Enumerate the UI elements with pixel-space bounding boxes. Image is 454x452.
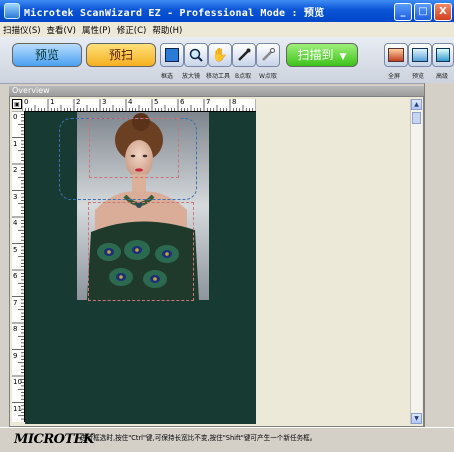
preview-icon [412,48,428,62]
white-eyedropper-tool[interactable] [256,43,280,67]
window-controls: _ □ X [394,3,452,21]
marquee-tool[interactable] [160,43,184,67]
horizontal-ruler: 0 1 2 3 4 5 6 7 8 [22,99,256,112]
scan-bed[interactable] [25,112,256,424]
ruler-label-v: 11 [13,404,22,413]
selection-frame-face[interactable] [89,118,179,178]
tool-label-fullscreen: 全屏 [388,73,401,80]
ruler-label-v: 9 [13,351,18,360]
menu-help[interactable]: 帮助(H) [152,24,182,36]
ruler-label-h: 7 [206,99,211,106]
app-icon [4,3,20,19]
tool-label-magnifier: 放大镜 [182,73,201,80]
ruler-label-v: 8 [13,325,18,333]
overview-canvas: ▣ 0 1 2 3 4 5 6 7 8 0 1 2 3 4 5 6 7 8 9 10 11 ▲ … [9,96,424,427]
menu-scanner[interactable]: 扫描仪(S) [3,24,41,36]
status-hint-text: 进行框选时,按住"Ctrl"键,可保持长宽比不变,按住"Shift"键可产生一个… [80,434,317,442]
ruler-label-v: 10 [13,378,22,386]
ruler-label-h: 5 [154,99,159,106]
ruler-label-v: 2 [13,166,18,174]
black-eyedropper-tool[interactable] [232,43,256,67]
ruler-label-h: 4 [128,99,133,106]
menu-properties[interactable]: 属性(P) [82,24,111,36]
window-title: Microtek ScanWizard EZ - Professional Mo… [24,7,325,19]
tool-label-black-point: B点取 [235,73,252,80]
fullscreen-icon [388,48,404,62]
overview-header: Overview [9,86,424,96]
vertical-scrollbar[interactable]: ▲ ▼ [410,99,422,424]
ruler-label-v: 6 [13,272,18,280]
menu-bar: 扫描仪(S) 查看(V) 属性(P) 修正(C) 帮助(H) [0,22,454,37]
close-button[interactable]: X [434,3,452,21]
status-bar: MICROTEK 进行框选时,按住"Ctrl"键,可保持长宽比不变,按住"Shi… [0,427,454,452]
vertical-ruler-ticks [12,111,24,420]
vertical-ruler: 0 1 2 3 4 5 6 7 8 9 10 11 [12,111,25,422]
ruler-label-h: 6 [180,99,185,106]
tool-label-advanced: 高级 [436,73,449,80]
ruler-label-h: 8 [232,99,237,106]
hand-icon: ✋ [211,47,229,63]
menu-view[interactable]: 查看(V) [47,24,76,36]
menu-correction[interactable]: 修正(C) [117,24,147,36]
preview-button[interactable]: 预览 [12,43,82,67]
scan-to-button[interactable]: 扫描到 ▼ [286,43,358,67]
marquee-icon [165,48,179,62]
ruler-label-h: 1 [50,99,55,106]
magnifier-icon [189,48,203,62]
toolbar: 预览 预扫 ✋ 框选 放大镜 移动工具 B点取 W点取 扫描到 ▼ 全屏 预览 高… [0,37,454,84]
advanced-icon [436,48,450,62]
ruler-label-v: 3 [13,192,18,201]
ruler-label-h: 3 [102,99,107,106]
ruler-label-v: 4 [13,219,18,227]
ruler-label-h: 2 [76,99,81,106]
right-side-panel [424,83,454,427]
maximize-button[interactable]: □ [414,3,432,21]
ruler-label-v: 1 [13,139,18,148]
ruler-label-h: 0 [24,99,29,106]
scroll-up-button[interactable]: ▲ [411,99,422,110]
tool-label-white-point: W点取 [259,73,277,80]
fullscreen-tool[interactable] [384,43,408,67]
ruler-label-v: 7 [13,298,18,307]
tool-label-preview: 预览 [412,73,425,80]
chevron-down-icon: ▼ [339,52,347,62]
ruler-label-v: 0 [13,113,18,121]
white-eyedropper-icon [262,48,275,61]
prescan-button[interactable]: 预扫 [86,43,156,67]
magnifier-tool[interactable] [184,43,208,67]
scan-to-label: 扫描到 [297,48,334,62]
black-eyedropper-icon [238,48,251,61]
ruler-label-v: 5 [13,245,18,254]
horizontal-ruler-ticks [22,99,256,111]
preview-view-tool[interactable] [408,43,432,67]
scroll-down-button[interactable]: ▼ [411,413,422,424]
advanced-tool[interactable] [432,43,454,67]
tool-label-marquee: 框选 [161,73,174,80]
minimize-button[interactable]: _ [394,3,412,21]
tool-label-hand: 移动工具 [206,73,231,80]
title-bar: Microtek ScanWizard EZ - Professional Mo… [0,0,454,22]
ruler-corner-button[interactable]: ▣ [12,99,22,109]
hand-tool[interactable]: ✋ [208,43,232,67]
scroll-thumb[interactable] [412,112,421,124]
selection-frame-body[interactable] [88,202,194,301]
